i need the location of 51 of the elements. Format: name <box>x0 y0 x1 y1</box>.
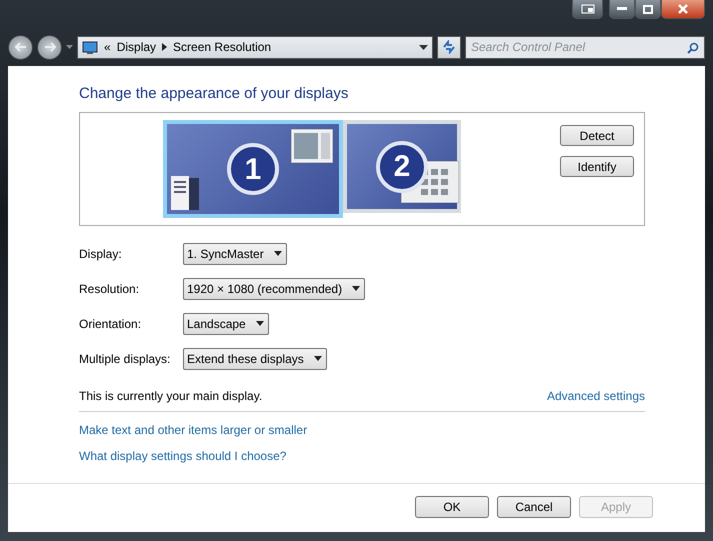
monitor-number: 1 <box>227 143 279 195</box>
close-icon <box>678 4 688 14</box>
monitor-tile[interactable]: 1 <box>163 120 343 218</box>
monitor-tile[interactable]: 2 <box>343 120 461 213</box>
start-menu-drawing <box>171 176 199 210</box>
breadcrumb-item[interactable]: Display <box>116 38 156 56</box>
display-icon <box>82 40 98 54</box>
advanced-settings-link[interactable]: Advanced settings <box>546 387 645 405</box>
search-icon <box>687 42 699 54</box>
help-link[interactable]: What display settings should I choose? <box>79 447 286 465</box>
setting-label: Resolution: <box>79 280 140 298</box>
forward-arrow-icon <box>44 42 56 52</box>
back-button[interactable] <box>8 34 33 60</box>
setting-label: Multiple displays: <box>79 350 172 368</box>
maximize-icon <box>643 4 653 14</box>
breadcrumb-item[interactable]: Screen Resolution <box>173 38 272 56</box>
switch-window-button[interactable] <box>572 0 603 19</box>
setting-label: Orientation: <box>79 316 142 332</box>
window-icon <box>580 4 594 14</box>
caret-icon[interactable] <box>66 45 73 49</box>
address-bar[interactable]: « Display Screen Resolution <box>77 36 433 58</box>
setting-dropdown[interactable]: 1920 × 1080 (recommended) <box>183 278 366 300</box>
setting-label: Display: <box>79 246 123 262</box>
setting-dropdown[interactable]: Landscape <box>183 312 269 334</box>
dialog-button[interactable]: OK <box>415 496 489 518</box>
help-link[interactable]: Make text and other items larger or smaller <box>79 421 308 439</box>
setting-dropdown[interactable]: Extend these displays <box>183 348 327 370</box>
dropdown-caret-icon <box>314 356 322 361</box>
refresh-icon <box>442 40 456 54</box>
dropdown-caret-icon <box>352 286 360 291</box>
caret-icon[interactable] <box>419 44 428 50</box>
forward-button[interactable] <box>37 34 62 60</box>
close-button[interactable] <box>661 0 705 19</box>
minimize-button[interactable] <box>609 0 635 19</box>
refresh-button[interactable] <box>437 36 461 58</box>
search-field[interactable]: Search Control Panel <box>465 36 705 58</box>
monitor-action-button[interactable]: Identify <box>560 156 634 177</box>
maximize-button[interactable] <box>635 0 661 19</box>
breadcrumb-arrow-icon[interactable] <box>162 43 168 51</box>
minimize-icon <box>617 7 627 11</box>
page-heading: Change the appearance of your displays <box>79 85 350 103</box>
overflow-chevron[interactable]: « <box>104 38 111 56</box>
dialog-button[interactable]: Cancel <box>497 496 571 518</box>
window-thumbnail-drawing <box>291 129 333 163</box>
monitor-action-button[interactable]: Detect <box>560 125 634 146</box>
dropdown-caret-icon <box>274 251 282 256</box>
back-arrow-icon <box>14 42 26 52</box>
dropdown-caret-icon <box>256 321 264 326</box>
monitor-number: 2 <box>376 140 428 192</box>
main-display-note: This is currently your main display. <box>79 388 262 405</box>
setting-dropdown[interactable]: 1. SyncMaster <box>183 242 287 264</box>
